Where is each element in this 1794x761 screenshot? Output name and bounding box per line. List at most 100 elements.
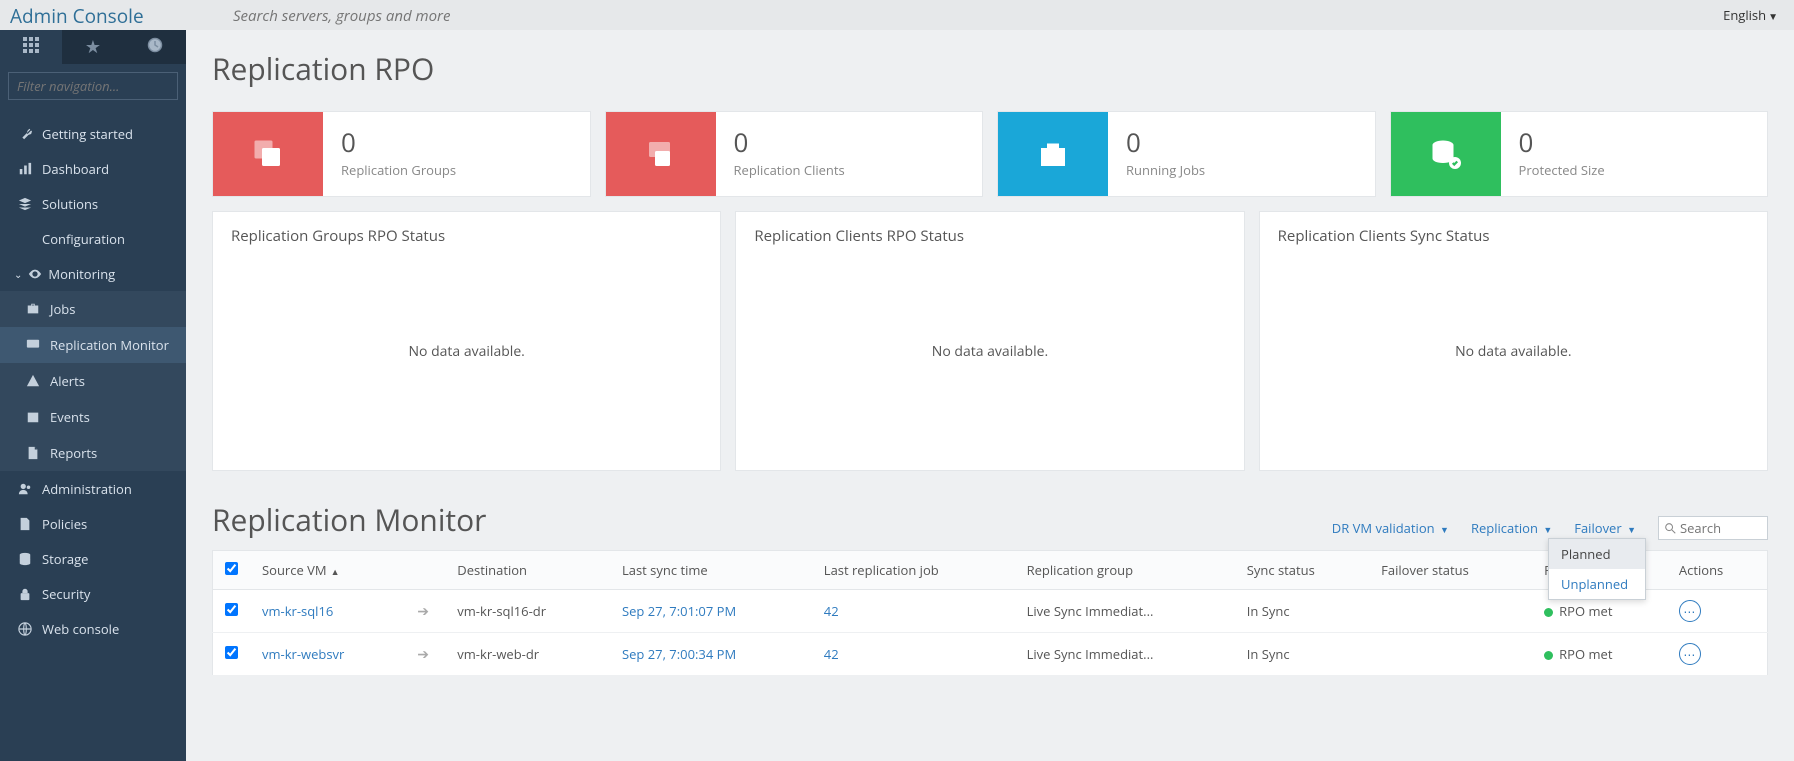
kpi-label: Protected Size — [1519, 161, 1768, 179]
nav-label: Dashboard — [42, 160, 109, 178]
nav-jobs[interactable]: Jobs — [0, 291, 186, 327]
nav-web-console[interactable]: Web console — [0, 611, 186, 646]
sort-asc-icon: ▲ — [331, 565, 340, 578]
sliders-icon — [14, 232, 36, 246]
kpi-value: 0 — [1519, 129, 1768, 155]
last-sync-link[interactable]: Sep 27, 7:01:07 PM — [622, 602, 736, 620]
kpi-replication-groups[interactable]: 0Replication Groups — [212, 111, 591, 197]
last-job-link[interactable]: 42 — [824, 645, 839, 663]
row-checkbox[interactable] — [225, 646, 238, 659]
action-drvm-validation[interactable]: DR VM validation ▼ — [1332, 519, 1449, 537]
globe-icon — [14, 622, 36, 636]
sidebar-tabstrip: ★ — [0, 30, 186, 64]
nav-getting-started[interactable]: Getting started — [0, 116, 186, 151]
kpi-row: 0Replication Groups 0 Replication Clients… — [212, 111, 1768, 197]
col-sync[interactable]: Sync status — [1235, 551, 1369, 590]
last-job-link[interactable]: 42 — [824, 602, 839, 620]
monitor-search-input[interactable] — [1680, 519, 1761, 537]
grid-header-row: Source VM▲ Destination Last sync time La… — [213, 551, 1768, 590]
panel-clients-rpo: Replication Clients RPO StatusNo data av… — [735, 211, 1244, 471]
kpi-value: 0 — [1126, 129, 1375, 155]
failover-option-unplanned[interactable]: Unplanned — [1549, 569, 1645, 599]
last-sync-link[interactable]: Sep 27, 7:00:34 PM — [622, 645, 736, 663]
nav-alerts[interactable]: Alerts — [0, 363, 186, 399]
monitor-search[interactable] — [1658, 516, 1768, 540]
nav-monitoring[interactable]: ⌄Monitoring — [0, 256, 186, 291]
nav-label: Reports — [50, 444, 97, 462]
row-menu-button[interactable]: ⋯ — [1679, 643, 1701, 665]
col-select-all[interactable] — [213, 551, 251, 590]
source-link[interactable]: vm-kr-sql16 — [262, 602, 333, 620]
lock-icon — [14, 587, 36, 601]
calendar-icon — [22, 410, 44, 424]
grid-icon — [23, 36, 39, 58]
tab-favorites[interactable]: ★ — [62, 30, 124, 64]
action-replication[interactable]: Replication ▼ — [1471, 519, 1552, 537]
kpi-tile-icon — [998, 112, 1108, 196]
kpi-value: 0 — [341, 129, 590, 155]
sidebar: ★ Getting started Dashboard Solutions Co… — [0, 30, 186, 761]
col-destination[interactable]: Destination — [445, 551, 610, 590]
col-source[interactable]: Source VM▲ — [250, 551, 405, 590]
failover-option-planned[interactable]: Planned — [1549, 539, 1645, 569]
col-group[interactable]: Replication group — [1015, 551, 1235, 590]
nav-solutions[interactable]: Solutions — [0, 186, 186, 221]
language-selector[interactable]: English▼ — [1723, 6, 1794, 24]
nav-configuration[interactable]: Configuration — [0, 221, 186, 256]
arrow-right-icon: ➔ — [417, 645, 429, 664]
source-link[interactable]: vm-kr-websvr — [262, 645, 344, 663]
tab-apps[interactable] — [0, 30, 62, 64]
main-content: Replication RPO 0Replication Groups 0Rep… — [186, 30, 1794, 761]
monitor-actions: DR VM validation ▼ Replication ▼ Failove… — [1332, 516, 1768, 540]
panel-clients-sync: Replication Clients Sync StatusNo data a… — [1259, 211, 1768, 471]
star-icon: ★ — [85, 35, 101, 59]
col-failover[interactable]: Failover status — [1369, 551, 1532, 590]
panel-title: Replication Clients Sync Status — [1278, 226, 1749, 246]
nav-storage[interactable]: Storage — [0, 541, 186, 576]
cell-sync: In Sync — [1235, 633, 1369, 676]
kpi-protected-size[interactable]: 0 Protected Size — [1390, 111, 1769, 197]
panel-body: No data available. — [231, 246, 702, 456]
nav-reports[interactable]: Reports — [0, 435, 186, 471]
nav-dashboard[interactable]: Dashboard — [0, 151, 186, 186]
nav-filter-input[interactable] — [8, 72, 178, 100]
panel-title: Replication Groups RPO Status — [231, 226, 702, 246]
panel-body: No data available. — [754, 246, 1225, 456]
tools-icon — [14, 127, 36, 141]
nav-label: Getting started — [42, 125, 133, 143]
caret-down-icon: ▼ — [1627, 523, 1636, 536]
cell-failover — [1369, 590, 1532, 633]
grid-row: vm-kr-sql16 ➔ vm-kr-sql16-dr Sep 27, 7:0… — [213, 590, 1768, 633]
kpi-replication-clients[interactable]: 0 Replication Clients — [605, 111, 984, 197]
nav-label: Monitoring — [48, 265, 115, 283]
nav-replication-monitor[interactable]: Replication Monitor — [0, 327, 186, 363]
status-dot-icon — [1544, 651, 1553, 660]
row-menu-button[interactable]: ⋯ — [1679, 600, 1701, 622]
nav-label: Alerts — [50, 372, 85, 390]
kpi-running-jobs[interactable]: 0Running Jobs — [997, 111, 1376, 197]
action-label: Failover — [1574, 519, 1621, 537]
status-dot-icon — [1544, 608, 1553, 617]
rpo-label: RPO met — [1559, 602, 1612, 620]
nav-events[interactable]: Events — [0, 399, 186, 435]
action-failover[interactable]: Failover ▼ — [1574, 519, 1636, 537]
kpi-tile-icon — [1391, 112, 1501, 196]
kpi-value: 0 — [734, 129, 983, 155]
global-search-input[interactable] — [225, 3, 745, 29]
cell-destination: vm-kr-web-dr — [445, 633, 610, 676]
monitor-title: Replication Monitor — [212, 499, 1332, 540]
tab-recent[interactable] — [124, 30, 186, 64]
nav-administration[interactable]: Administration — [0, 471, 186, 506]
row-checkbox[interactable] — [225, 603, 238, 616]
caret-down-icon: ▼ — [1768, 9, 1778, 23]
nav-security[interactable]: Security — [0, 576, 186, 611]
arrow-right-icon: ➔ — [417, 602, 429, 621]
nav-policies[interactable]: Policies — [0, 506, 186, 541]
nav-label: Storage — [42, 550, 88, 568]
col-last-job[interactable]: Last replication job — [812, 551, 1015, 590]
chart-icon — [14, 162, 36, 176]
kpi-label: Replication Clients — [734, 161, 983, 179]
kpi-tile-icon — [213, 112, 323, 196]
select-all-checkbox[interactable] — [225, 562, 238, 575]
col-last-sync[interactable]: Last sync time — [610, 551, 812, 590]
